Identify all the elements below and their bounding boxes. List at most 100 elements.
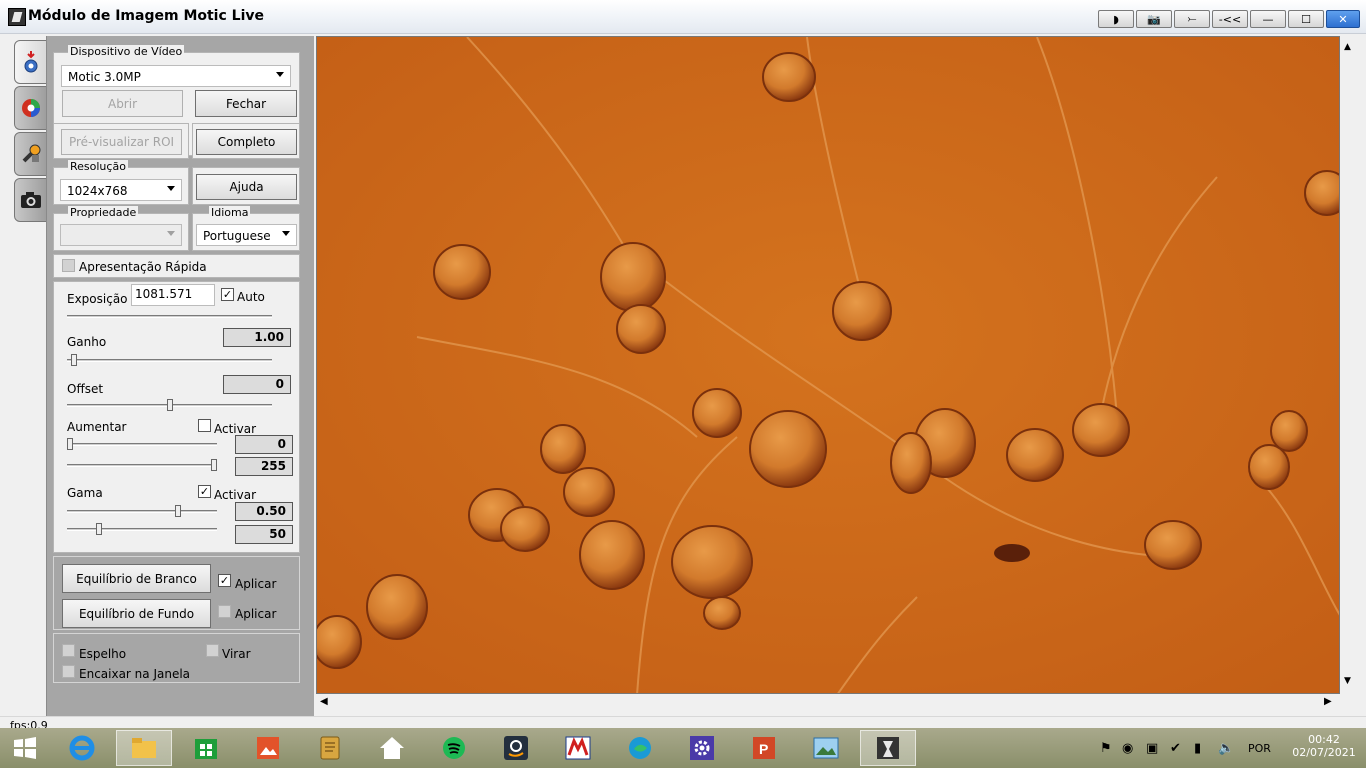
control-panel: Dispositivo de Vídeo Motic 3.0MP Abrir F… (46, 36, 314, 716)
enhance-label: Aumentar (67, 420, 127, 434)
gamma-slider-1-thumb[interactable] (175, 505, 181, 517)
property-select[interactable] (60, 224, 182, 246)
gamma-slider-2-thumb[interactable] (95, 523, 102, 535)
settings-gear-icon[interactable] (14, 40, 48, 84)
minimize-button[interactable]: — (1250, 10, 1286, 28)
tools-wrench-icon[interactable] (14, 132, 48, 176)
home-icon[interactable] (364, 730, 420, 766)
enhance-max-slider[interactable] (67, 464, 217, 467)
language-group: Idioma Portuguese (192, 206, 300, 251)
white-balance-apply-checkbox[interactable]: ✓ (218, 574, 231, 587)
close-button[interactable]: ✕ (1326, 10, 1360, 28)
enhance-activate-checkbox[interactable] (198, 419, 211, 432)
language-select[interactable]: Portuguese (196, 224, 297, 246)
clock-date: 02/07/2021 (1292, 746, 1356, 759)
edge-icon[interactable] (612, 730, 668, 766)
video-device-label: Dispositivo de Vídeo (68, 45, 185, 58)
camera-adjustments-group: Exposição 1081.571 ✓ Auto Ganho 1.00 Off… (53, 281, 300, 553)
fit-window-checkbox[interactable] (62, 665, 75, 678)
record-icon[interactable]: ⤚ (1174, 10, 1210, 28)
scroll-right-icon[interactable]: ▶ (1324, 696, 1332, 707)
background-balance-apply-checkbox[interactable] (218, 605, 231, 618)
motic-live-icon[interactable] (860, 730, 916, 766)
color-wheel-icon[interactable] (14, 86, 48, 130)
photos-icon[interactable] (240, 730, 296, 766)
display-options-group: Espelho Virar Encaixar na Janela (53, 633, 300, 683)
gain-slider-thumb[interactable] (70, 354, 77, 366)
notes-icon[interactable] (302, 730, 358, 766)
image-viewer-icon[interactable] (798, 730, 854, 766)
internet-explorer-icon[interactable] (54, 730, 110, 766)
office-store-icon[interactable] (178, 730, 234, 766)
tray-display-icon[interactable]: ▣ (1146, 741, 1158, 756)
background-balance-apply-label: Aplicar (235, 607, 277, 621)
settings-gear-icon[interactable] (674, 730, 730, 766)
collapse-panel-icon[interactable]: -<< (1212, 10, 1248, 28)
gamma-activate-checkbox[interactable]: ✓ (198, 485, 211, 498)
enhance-min-slider-thumb[interactable] (67, 438, 73, 450)
gamma-slider-2[interactable] (67, 528, 217, 531)
tray-network-icon[interactable]: ◉ (1122, 741, 1133, 756)
scroll-down-icon[interactable]: ▼ (1344, 676, 1351, 686)
resolution-value: 1024x768 (67, 184, 128, 198)
play-icon[interactable]: ◗ (1098, 10, 1134, 28)
scroll-up-icon[interactable]: ▲ (1344, 42, 1351, 52)
tray-battery-icon[interactable]: ▮ (1194, 741, 1201, 756)
auto-exposure-checkbox[interactable]: ✓ (221, 288, 234, 301)
motic-icon[interactable] (550, 730, 606, 766)
live-image-viewport[interactable] (316, 36, 1340, 694)
preview-roi-group: Pré-visualizar ROI (53, 123, 189, 159)
windows-start-icon[interactable] (0, 730, 50, 766)
exposure-slider[interactable] (67, 315, 272, 318)
amazon-icon[interactable] (488, 730, 544, 766)
tray-volume-icon[interactable]: 🔈 (1218, 741, 1234, 756)
enhance-max-value: 255 (235, 457, 293, 476)
gamma-slider-1[interactable] (67, 510, 217, 513)
resolution-group: Resolução 1024x768 (53, 160, 189, 205)
gain-value: 1.00 (223, 328, 291, 347)
mirror-checkbox[interactable] (62, 644, 75, 657)
enhance-max-slider-thumb[interactable] (211, 459, 217, 471)
full-view-button[interactable]: Completo (196, 129, 297, 155)
gain-slider[interactable] (67, 359, 272, 362)
vertical-scrollbar[interactable]: ▲ ▼ (1340, 36, 1358, 694)
window-title: Módulo de Imagem Motic Live (28, 8, 264, 24)
input-language[interactable]: POR (1248, 742, 1271, 755)
video-device-value: Motic 3.0MP (68, 70, 141, 84)
video-device-select[interactable]: Motic 3.0MP (61, 65, 291, 87)
enhance-min-slider[interactable] (67, 443, 217, 446)
close-device-button[interactable]: Fechar (195, 90, 297, 117)
quick-presentation-checkbox[interactable] (62, 259, 75, 272)
offset-slider-thumb[interactable] (166, 399, 173, 411)
help-group: Ajuda (192, 167, 300, 205)
camera-snapshot-icon[interactable]: 📷 (1136, 10, 1172, 28)
scroll-left-icon[interactable]: ◀ (320, 696, 328, 707)
open-button[interactable]: Abrir (62, 90, 183, 117)
maximize-button[interactable]: ☐ (1288, 10, 1324, 28)
svg-text:P: P (759, 741, 768, 757)
help-button[interactable]: Ajuda (196, 174, 297, 200)
resolution-select[interactable]: 1024x768 (60, 179, 182, 201)
powerpoint-icon[interactable]: P (736, 730, 792, 766)
camera-icon[interactable] (14, 178, 48, 222)
tray-flag-icon[interactable]: ⚑ (1100, 741, 1112, 756)
flip-checkbox[interactable] (206, 644, 219, 657)
gain-label: Ganho (67, 335, 107, 349)
spotify-icon[interactable] (426, 730, 482, 766)
balance-group: Equilíbrio de Branco ✓ Aplicar Equilíbri… (53, 556, 300, 630)
microscope-image (317, 37, 1339, 693)
horizontal-scrollbar[interactable]: ◀ ▶ (316, 694, 1340, 712)
file-explorer-icon[interactable] (116, 730, 172, 766)
preview-roi-button[interactable]: Pré-visualizar ROI (61, 129, 182, 155)
exposure-label: Exposição (67, 292, 128, 306)
quick-presentation-label: Apresentação Rápida (79, 260, 207, 274)
white-balance-button[interactable]: Equilíbrio de Branco (62, 564, 211, 593)
clock[interactable]: 00:42 02/07/2021 (1290, 733, 1358, 759)
tray-security-icon[interactable]: ✔ (1170, 741, 1181, 756)
background-balance-button[interactable]: Equilíbrio de Fundo (62, 599, 211, 628)
title-bar: Módulo de Imagem Motic Live ◗ 📷 ⤚ -<< — … (0, 0, 1366, 34)
mirror-label: Espelho (79, 647, 127, 661)
property-label: Propriedade (68, 206, 139, 219)
property-group: Propriedade (53, 206, 189, 251)
exposure-input[interactable]: 1081.571 (131, 284, 215, 306)
